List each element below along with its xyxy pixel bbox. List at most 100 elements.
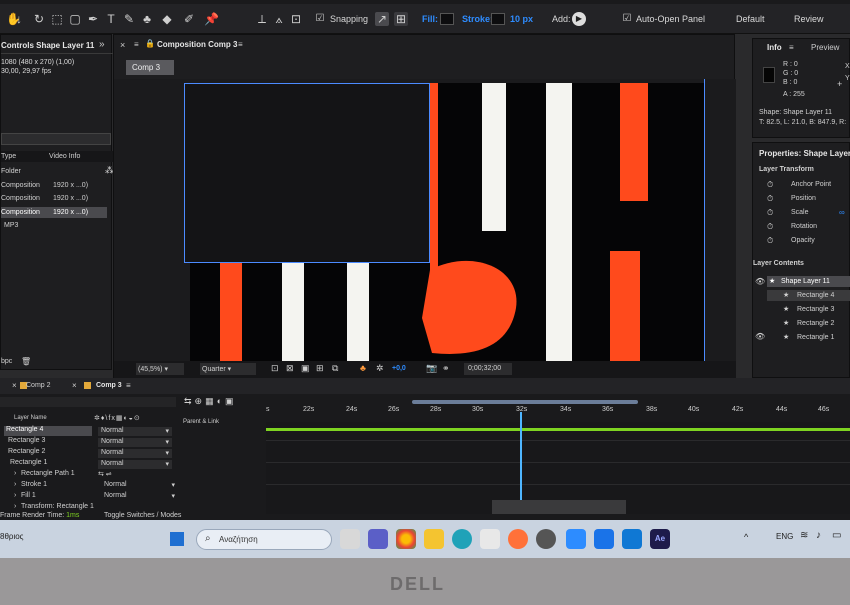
content-layer-row[interactable]: ★ Shape Layer 11 (767, 276, 850, 287)
toggle-switches-button[interactable]: Toggle Switches / Modes (104, 512, 181, 519)
tab-preview[interactable]: Preview (811, 43, 839, 52)
prop-anchor-point[interactable]: Anchor Point (791, 181, 831, 188)
col-parent-link[interactable]: Parent & Link (183, 419, 219, 425)
col-video-info[interactable]: Video Info (49, 153, 80, 160)
stopwatch-icon[interactable]: ⏱ (767, 236, 773, 246)
mode-select[interactable]: Normal ▾ (98, 481, 178, 490)
link-icon[interactable]: ∞ (839, 208, 845, 217)
volume-icon[interactable]: ♪ (816, 530, 821, 541)
project-row-folder[interactable]: Folder (1, 168, 21, 175)
info-menu-icon[interactable]: ≡ (789, 43, 794, 52)
project-row-selected[interactable]: Composition 1920 x ...0) (1, 207, 107, 218)
path-icon[interactable]: ⇆ ⇌ (98, 470, 112, 478)
after-effects-icon[interactable]: Ae (650, 529, 670, 549)
grid-icon[interactable]: ⊞ (316, 363, 324, 374)
eraser-tool-icon[interactable]: ◆ (160, 12, 174, 26)
expand-arrow-icon[interactable]: › (14, 481, 16, 488)
mask-icon[interactable]: ▣ (301, 363, 310, 374)
content-layer-row[interactable]: ★ Rectangle 1 (767, 332, 850, 343)
snapping-checkbox-icon[interactable]: ☑ (313, 12, 327, 26)
mode-select[interactable]: Normal ▾ (98, 449, 172, 458)
panel-expand-icon[interactable]: » (99, 39, 105, 50)
clone-tool-icon[interactable]: ♣ (140, 12, 154, 26)
color-icon[interactable]: ♣ (360, 363, 366, 373)
effect-controls-title[interactable]: Controls Shape Layer 11 (1, 41, 94, 50)
stopwatch-icon[interactable]: ⏱ (767, 208, 773, 218)
trash-icon[interactable]: 🗑 (21, 357, 31, 366)
workspace-default[interactable]: Default (736, 14, 765, 24)
eye-icon[interactable]: 👁 (755, 277, 765, 286)
timeline-search-input[interactable] (0, 397, 176, 407)
region-icon[interactable]: ⊡ (271, 363, 279, 374)
eye-icon[interactable]: 👁 (755, 332, 765, 341)
firefox-icon[interactable] (508, 529, 528, 549)
composition-tab[interactable]: Composition Comp 3 (157, 40, 237, 49)
stroke-label[interactable]: Stroke: (462, 14, 493, 24)
teams-icon[interactable] (368, 529, 388, 549)
chevron-up-icon[interactable]: ^ (744, 532, 748, 542)
snap-grid-icon[interactable]: ⊞ (394, 12, 408, 26)
language-indicator[interactable]: ENG (776, 532, 793, 541)
roto-tool-icon[interactable]: ✐ (182, 12, 196, 26)
exposure-value[interactable]: +0,0 (392, 365, 406, 372)
store-icon[interactable] (480, 529, 500, 549)
comp-breadcrumb[interactable]: Comp 3 (126, 60, 174, 75)
axis-view-icon[interactable]: ⊡ (289, 12, 303, 26)
layer-row-name[interactable]: Rectangle 1 (10, 459, 47, 466)
zoom-tool-icon[interactable]: ↓ (12, 12, 26, 26)
col-type[interactable]: Type (1, 153, 16, 160)
stopwatch-icon[interactable]: ⏱ (767, 180, 773, 190)
stopwatch-icon[interactable]: ⏱ (767, 222, 773, 232)
content-layer-row[interactable]: ★ Rectangle 4 (767, 290, 850, 301)
playhead[interactable] (520, 412, 522, 514)
expand-arrow-icon[interactable]: › (14, 492, 16, 499)
stroke-width[interactable]: 10 px (510, 14, 533, 24)
reset-exposure-icon[interactable]: ✲ (376, 363, 384, 374)
taskbar-search[interactable]: ⌕ Αναζήτηση (196, 529, 332, 550)
auto-open-label[interactable]: Auto-Open Panel (636, 14, 705, 24)
layer-contents-heading[interactable]: Layer Contents (753, 260, 804, 267)
project-row[interactable]: Composition 1920 x ...0) (1, 195, 113, 202)
mode-select[interactable]: Normal ▾ (98, 438, 172, 447)
prop-rotation[interactable]: Rotation (791, 223, 817, 230)
layer-row-name[interactable]: Rectangle 2 (8, 448, 45, 455)
col-layer-name[interactable]: Layer Name (14, 415, 47, 421)
chrome-icon[interactable] (396, 529, 416, 549)
bpc-label[interactable]: bpc (1, 358, 12, 365)
edge-icon[interactable] (452, 529, 472, 549)
tab-info[interactable]: Info (767, 43, 782, 52)
battery-icon[interactable]: ▭ (832, 530, 841, 541)
layer-transform-heading[interactable]: Layer Transform (759, 166, 814, 173)
layer-row-name[interactable]: Fill 1 (21, 492, 36, 499)
show-snapshot-icon[interactable]: ⚭ (442, 363, 450, 374)
project-search-input[interactable] (1, 133, 111, 145)
close-tab-icon[interactable]: × (72, 381, 77, 390)
snap-edge-icon[interactable]: ↗ (375, 12, 389, 26)
task-view-icon[interactable] (340, 529, 360, 549)
prop-opacity[interactable]: Opacity (791, 237, 815, 244)
outlook-icon[interactable] (622, 529, 642, 549)
track-area[interactable] (266, 412, 850, 514)
pin-tool-icon[interactable]: 📌 (204, 12, 219, 26)
tab-comp-3[interactable]: Comp 3 (96, 382, 122, 389)
layer-row-name[interactable]: Rectangle 3 (8, 437, 45, 444)
project-row[interactable]: Composition 1920 x ...0) (1, 182, 113, 189)
axis-world-icon[interactable]: ⟑ (272, 12, 286, 26)
scroll-thumb[interactable] (492, 500, 626, 514)
comp-menu-icon[interactable]: ≡ (134, 40, 139, 49)
lock-icon[interactable]: 🔒 (145, 39, 155, 48)
snapshot-icon[interactable]: 📷 (426, 363, 437, 374)
shape-tool-icon[interactable]: ▢ (68, 12, 82, 26)
file-explorer-icon[interactable] (424, 529, 444, 549)
wifi-icon[interactable]: ≋ (800, 530, 808, 541)
type-tool-icon[interactable]: T (104, 12, 118, 26)
add-play-icon[interactable]: ▶ (572, 12, 586, 26)
time-ruler[interactable]: s 22s 24s 26s 28s 30s 32s 34s 36s 38s 40… (266, 398, 850, 420)
expand-arrow-icon[interactable]: › (14, 470, 16, 477)
tab-comp-2[interactable]: Comp 2 (26, 382, 51, 389)
rotate-tool-icon[interactable]: ↻ (32, 12, 46, 26)
mode-select[interactable]: Normal ▾ (98, 492, 178, 501)
fill-swatch[interactable] (440, 13, 454, 25)
brush-tool-icon[interactable]: ✎ (122, 12, 136, 26)
viewer-area[interactable] (114, 79, 736, 361)
